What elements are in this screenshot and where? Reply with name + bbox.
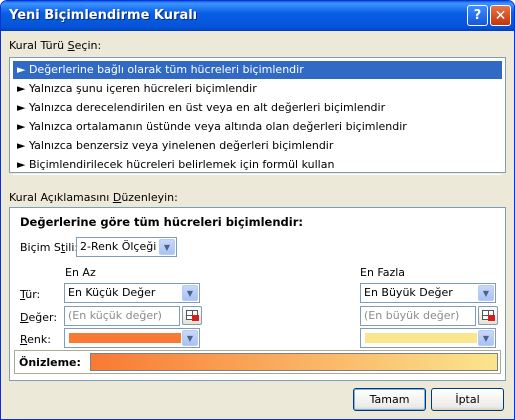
min-value-input[interactable]: (En küçük değer): [64, 306, 180, 326]
preview-area: Önizleme:: [14, 350, 501, 374]
max-color-swatch: [365, 333, 477, 343]
color-label: Renk:: [20, 333, 51, 346]
value-label-rest: eğer:: [28, 311, 58, 324]
min-header: En Az: [65, 266, 96, 279]
chevron-down-icon[interactable]: ▼: [182, 330, 198, 346]
rule-type-item-contains[interactable]: ► Yalnızca şunu içeren hücreleri biçimle…: [13, 80, 502, 99]
preview-label: Önizleme:: [19, 356, 81, 369]
chevron-down-icon[interactable]: ▼: [182, 285, 198, 301]
rule-type-label-accel: S: [67, 39, 75, 52]
format-style-dropdown[interactable]: 2-Renk Ölçeği ▼: [76, 237, 177, 257]
type-label: Tür:: [20, 288, 40, 301]
rule-type-item-formula[interactable]: ► Biçimlendirilecek hücreleri belirlemek…: [13, 156, 502, 175]
help-button[interactable]: ?: [467, 5, 488, 26]
chevron-down-icon[interactable]: ▼: [478, 285, 494, 301]
rule-description-label-text: Kural Açıklamasını: [9, 191, 113, 204]
rule-type-item-all-cells[interactable]: ► Değerlerine bağlı olarak tüm hücreleri…: [13, 61, 502, 80]
min-type-dropdown[interactable]: En Küçük Değer ▼: [64, 283, 200, 303]
max-value-input[interactable]: (En büyük değer): [360, 306, 476, 326]
format-style-value: 2-Renk Ölçeği: [80, 240, 157, 253]
value-label: Değer:: [20, 311, 57, 324]
chevron-down-icon[interactable]: ▼: [478, 330, 494, 346]
help-icon: ?: [473, 8, 482, 23]
max-header: En Fazla: [360, 266, 406, 279]
min-type-value: En Küçük Değer: [68, 286, 156, 299]
max-cell-reference-button[interactable]: [478, 306, 498, 325]
rule-description-heading: Değerlerine göre tüm hücreleri biçimlend…: [20, 215, 303, 229]
rule-type-label-text: Kural Türü: [9, 39, 68, 52]
close-icon: ✕: [494, 7, 507, 24]
format-style-label: Biçim Stili:: [20, 241, 78, 254]
min-cell-reference-button[interactable]: [182, 306, 202, 325]
chevron-down-icon[interactable]: ▼: [159, 239, 175, 255]
rule-description-panel: Değerlerine göre tüm hücreleri biçimlend…: [9, 207, 506, 381]
close-button[interactable]: ✕: [490, 5, 511, 26]
range-select-icon-mark: [192, 315, 199, 321]
rule-description-label: Kural Açıklamasını Düzenleyin:: [9, 191, 178, 204]
new-formatting-rule-dialog: Yeni Biçimlendirme Kuralı ? ✕ Kural Türü…: [0, 0, 515, 420]
ok-button[interactable]: Tamam: [353, 388, 426, 411]
format-style-label-text: Biçim S: [20, 241, 61, 254]
min-color-swatch: [69, 333, 181, 343]
type-label-rest: ür:: [25, 288, 41, 301]
rule-type-item-top-bottom[interactable]: ► Yalnızca derecelendirilen en üst veya …: [13, 99, 502, 118]
title-bar[interactable]: Yeni Biçimlendirme Kuralı ? ✕: [1, 1, 514, 31]
max-type-value: En Büyük Değer: [364, 286, 453, 299]
color-label-rest: enk:: [27, 333, 51, 346]
rule-type-item-above-below-average[interactable]: ► Yalnızca ortalamanın üstünde veya altı…: [13, 118, 502, 137]
cancel-button[interactable]: İptal: [431, 388, 504, 411]
max-color-dropdown[interactable]: ▼: [360, 328, 496, 348]
preview-gradient-bar: [90, 353, 498, 371]
dialog-title: Yeni Biçimlendirme Kuralı: [9, 8, 198, 23]
rule-description-label-rest: üzenleyin:: [121, 191, 178, 204]
rule-type-list[interactable]: ► Değerlerine bağlı olarak tüm hücreleri…: [9, 57, 506, 175]
rule-type-item-unique-duplicate[interactable]: ► Yalnızca benzersiz veya yinelenen değe…: [13, 137, 502, 156]
min-color-dropdown[interactable]: ▼: [64, 328, 200, 348]
range-select-icon-mark: [488, 315, 495, 321]
max-type-dropdown[interactable]: En Büyük Değer ▼: [360, 283, 496, 303]
rule-type-label-rest: eçin:: [74, 39, 102, 52]
rule-type-label: Kural Türü Seçin:: [9, 39, 101, 52]
